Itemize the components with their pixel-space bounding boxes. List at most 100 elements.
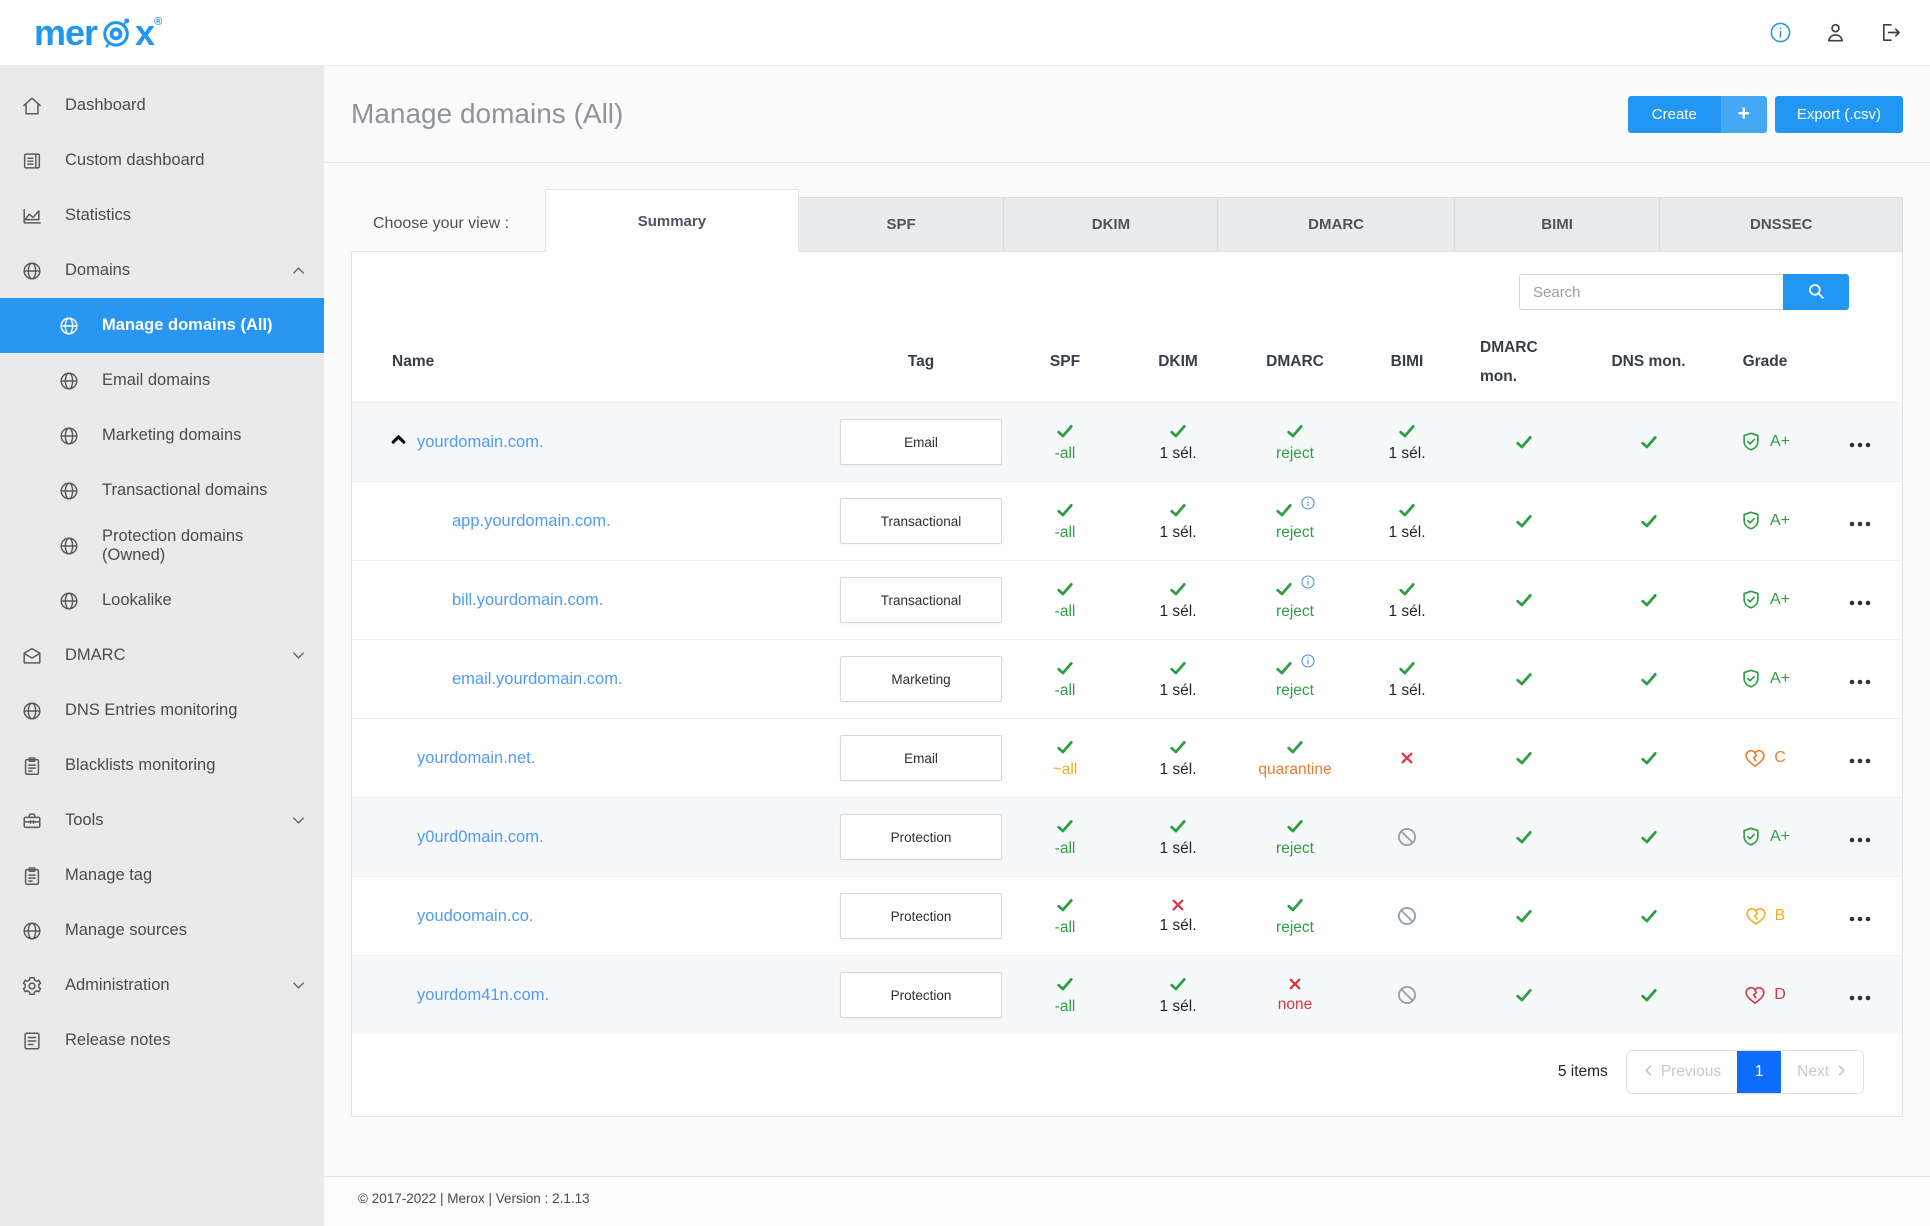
table-row-email-yourdomain-com: email.yourdomain.com. Marketing -all 1 sél.… — [352, 639, 1902, 718]
row-menu-ellipsis-icon[interactable] — [1848, 516, 1872, 527]
export-csv-button[interactable]: Export (.csv) — [1774, 95, 1903, 133]
sidebar-item-email-domains[interactable]: Email domains — [0, 353, 324, 408]
sidebar-item-dns-entries-monitoring[interactable]: DNS Entries monitoring — [0, 683, 324, 738]
user-icon[interactable] — [1824, 21, 1847, 44]
row-menu-ellipsis-icon[interactable] — [1848, 674, 1872, 685]
cell-dmarc: reject — [1238, 650, 1352, 708]
sidebar-item-lookalike[interactable]: Lookalike — [0, 573, 324, 628]
tab-dkim[interactable]: DKIM — [1004, 197, 1219, 251]
sidebar-item-transactional-domains[interactable]: Transactional domains — [0, 463, 324, 518]
row-menu-ellipsis-icon[interactable] — [1848, 753, 1872, 764]
sidebar-item-domains[interactable]: Domains — [0, 243, 324, 298]
grade-value: A+ — [1769, 670, 1790, 687]
search-input[interactable] — [1519, 274, 1783, 310]
tab-summary[interactable]: Summary — [545, 189, 799, 252]
sidebar-item-blacklists-monitoring[interactable]: Blacklists monitoring — [0, 738, 324, 793]
info-icon[interactable] — [1300, 495, 1316, 511]
sidebar-item-manage-domains-all[interactable]: Manage domains (All) — [0, 298, 324, 353]
sidebar-item-manage-tag[interactable]: Manage tag — [0, 848, 324, 903]
table-row-yourdomain-com: yourdomain.com. Email -all 1 sél. reject 1 sé… — [352, 402, 1902, 481]
cell-bimi — [1352, 897, 1462, 935]
row-menu-ellipsis-icon[interactable] — [1848, 990, 1872, 1001]
domain-link[interactable]: youdoomain.co. — [417, 907, 534, 926]
sidebar-item-custom-dashboard[interactable]: Custom dashboard — [0, 133, 324, 188]
sidebar-item-dashboard[interactable]: Dashboard — [0, 78, 324, 133]
cell-name: yourdomain.net. — [352, 741, 830, 776]
domains-card: Name Tag SPF DKIM DMARC BIMI DMARC mon. DNS mon… — [351, 251, 1903, 1117]
tab-spf[interactable]: SPF — [798, 197, 1005, 251]
domain-link[interactable]: bill.yourdomain.com. — [452, 591, 603, 610]
sidebar-item-label: Tools — [65, 811, 104, 829]
sidebar-item-label: Statistics — [65, 206, 132, 224]
row-menu-ellipsis-icon[interactable] — [1848, 832, 1872, 843]
cell-spf: -all — [1012, 571, 1118, 629]
tab-label: BIMI — [1541, 216, 1573, 233]
cell-grade: A+ — [1712, 502, 1818, 540]
current-page-button[interactable]: 1 — [1737, 1051, 1782, 1093]
table-row-youdoomain-co: youdoomain.co. Protection -all 1 sél. reject… — [352, 876, 1902, 955]
cell-actions — [1818, 508, 1902, 534]
row-menu-ellipsis-icon[interactable] — [1848, 595, 1872, 606]
check-icon — [1397, 658, 1417, 678]
tab-dnssec[interactable]: DNSSEC — [1660, 197, 1904, 251]
previous-page-button[interactable]: Previous — [1627, 1051, 1737, 1093]
sidebar-item-label: Transactional domains — [102, 481, 268, 499]
footer-copyright: © 2017-2022 | Merox | Version : 2.1.13 — [358, 1191, 590, 1206]
check-icon — [1285, 737, 1305, 757]
cell-spf: -all — [1012, 808, 1118, 866]
search-button[interactable] — [1783, 274, 1849, 310]
sidebar-item-statistics[interactable]: Statistics — [0, 188, 324, 243]
create-button[interactable]: Create + — [1627, 95, 1767, 133]
sidebar-item-dmarc[interactable]: DMARC — [0, 628, 324, 683]
check-icon — [1055, 895, 1075, 915]
domain-link[interactable]: y0urd0main.com. — [417, 828, 544, 847]
check-icon — [1274, 500, 1294, 520]
cell-tag: Transactional — [830, 569, 1012, 631]
tab-bimi[interactable]: BIMI — [1454, 197, 1661, 251]
spf-value: -all — [1054, 524, 1076, 541]
chevron-up-icon — [291, 263, 306, 278]
merox-logo[interactable]: mer x ® — [34, 14, 162, 51]
tab-label: DKIM — [1091, 216, 1131, 233]
tab-label: DMARC — [1308, 216, 1364, 233]
row-menu-ellipsis-icon[interactable] — [1848, 437, 1872, 448]
previous-label: Previous — [1660, 1063, 1722, 1080]
sidebar-item-tools[interactable]: Tools — [0, 793, 324, 848]
collapse-chevron-icon[interactable] — [390, 431, 417, 453]
info-icon[interactable] — [1769, 21, 1792, 44]
sidebar-item-manage-sources[interactable]: Manage sources — [0, 903, 324, 958]
tag-badge: Email — [840, 735, 1002, 781]
sidebar-item-label: Domains — [65, 261, 131, 279]
cell-tag: Protection — [830, 806, 1012, 868]
ban-icon — [1396, 984, 1418, 1006]
check-icon — [1285, 421, 1305, 441]
cell-dmarc: reject — [1238, 492, 1352, 550]
row-menu-ellipsis-icon[interactable] — [1848, 911, 1872, 922]
sidebar-item-marketing-domains[interactable]: Marketing domains — [0, 408, 324, 463]
sidebar-item-release-notes[interactable]: Release notes — [0, 1013, 324, 1068]
logout-icon[interactable] — [1879, 21, 1902, 44]
domain-link[interactable]: app.yourdomain.com. — [452, 512, 611, 531]
info-icon[interactable] — [1300, 653, 1316, 669]
check-icon — [1168, 737, 1188, 757]
next-page-button[interactable]: Next — [1781, 1051, 1863, 1093]
check-icon — [1514, 906, 1534, 926]
sidebar-item-protection-domains-owned[interactable]: Protection domains (Owned) — [0, 518, 324, 573]
domain-link[interactable]: yourdom41n.com. — [417, 986, 549, 1005]
check-icon — [1639, 590, 1659, 610]
cell-dmarc: quarantine — [1238, 729, 1352, 787]
domain-link[interactable]: yourdomain.com. — [417, 433, 544, 452]
bimi-value: 1 sél. — [1388, 524, 1426, 541]
cell-grade: A+ — [1712, 660, 1818, 698]
tab-dmarc[interactable]: DMARC — [1218, 197, 1455, 251]
domain-link[interactable]: yourdomain.net. — [417, 749, 535, 768]
globe-icon — [58, 315, 80, 337]
domain-link[interactable]: email.yourdomain.com. — [452, 670, 623, 689]
sidebar-item-administration[interactable]: Administration — [0, 958, 324, 1013]
check-icon — [1514, 511, 1534, 531]
cell-dmarc-mon — [1462, 740, 1585, 776]
cell-dkim: 1 sél. — [1118, 413, 1238, 471]
chevron-right-icon — [1836, 1063, 1847, 1081]
info-icon[interactable] — [1300, 574, 1316, 590]
sidebar-item-label: Dashboard — [65, 96, 146, 114]
